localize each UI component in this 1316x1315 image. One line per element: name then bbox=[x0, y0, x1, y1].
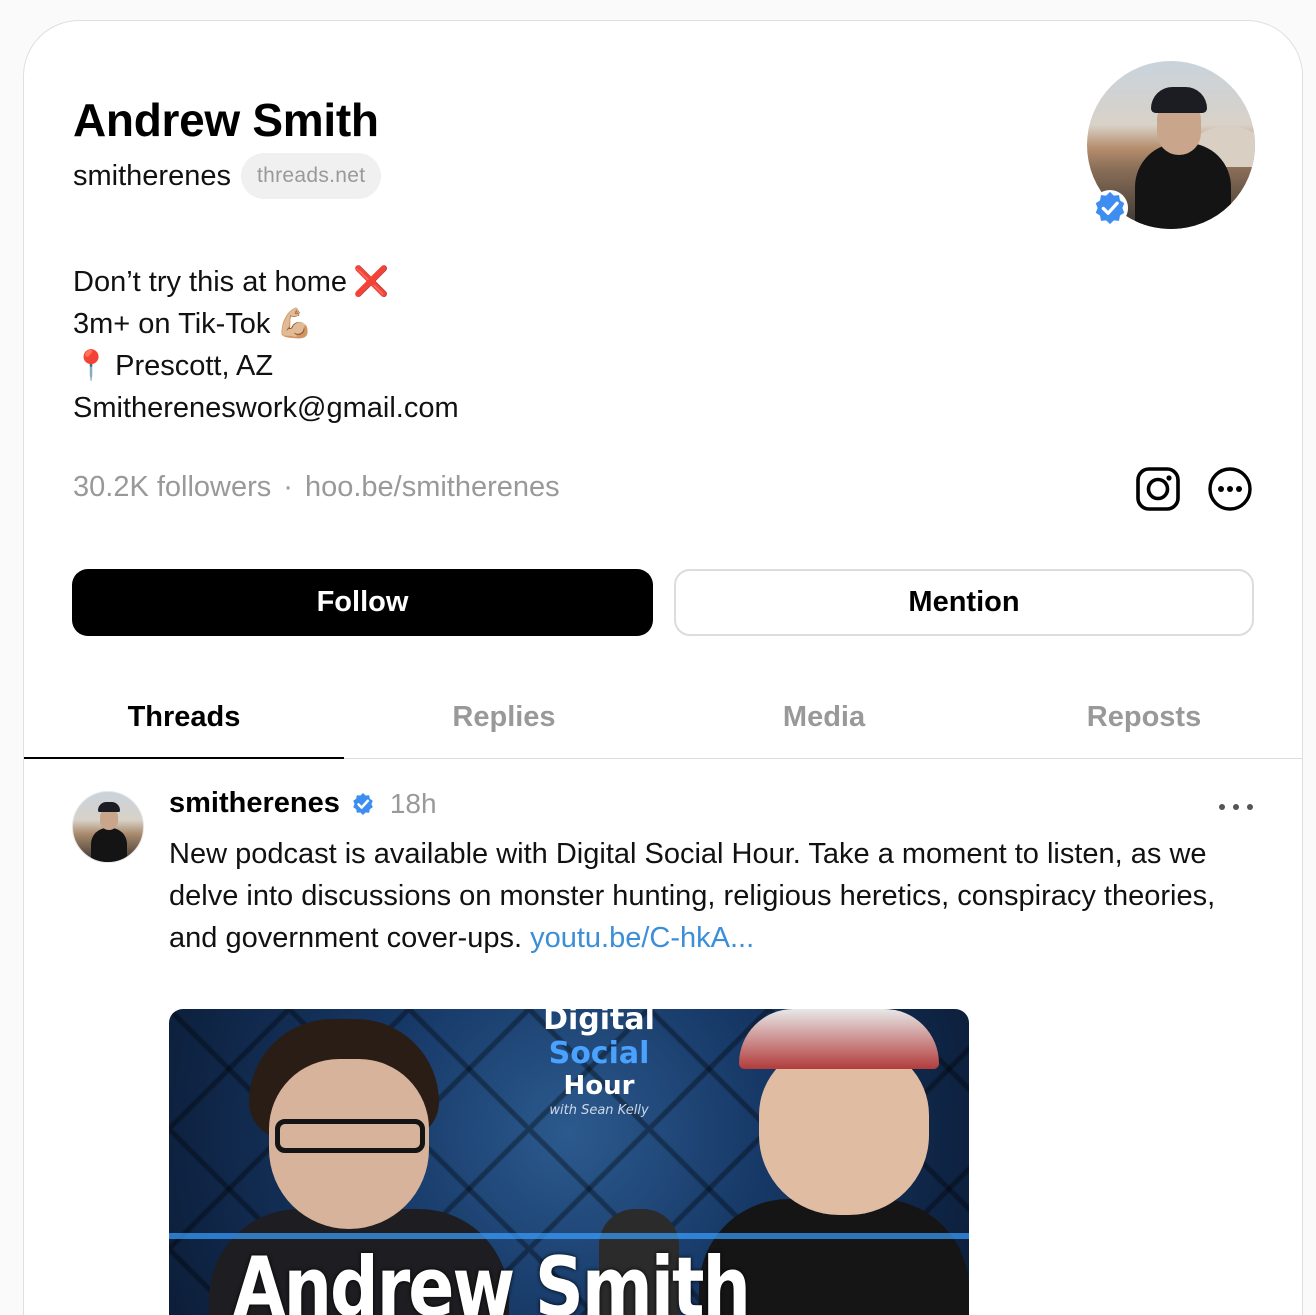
bio-email: Smithereneswork@gmail.com bbox=[73, 392, 459, 424]
tab-media[interactable]: Media bbox=[664, 677, 984, 758]
bio-line: 3m+ on Tik-Tok 💪🏼 bbox=[73, 303, 459, 345]
tab-reposts[interactable]: Reposts bbox=[984, 677, 1302, 758]
post-avatar[interactable] bbox=[72, 791, 144, 863]
post-more-icon[interactable] bbox=[1214, 795, 1258, 819]
media-brand-logo: Digital Social Hour with Sean Kelly bbox=[543, 1009, 655, 1118]
profile-meta: 30.2K followers · hoo.be/smitherenes bbox=[73, 471, 560, 504]
profile-handle: smitherenes bbox=[73, 159, 231, 192]
handle-row: smitherenes threads.net bbox=[73, 153, 382, 199]
pin-icon: 📍 bbox=[73, 350, 110, 382]
post-username[interactable]: smitherenes bbox=[169, 787, 340, 820]
cross-mark-icon: ❌ bbox=[353, 266, 390, 298]
more-options-icon bbox=[1208, 467, 1252, 511]
post-body: New podcast is available with Digital So… bbox=[169, 833, 1239, 959]
instagram-button[interactable] bbox=[1134, 465, 1182, 513]
followers-count[interactable]: 30.2K followers bbox=[73, 471, 271, 504]
domain-badge[interactable]: threads.net bbox=[240, 153, 382, 199]
verified-badge-icon bbox=[1091, 189, 1129, 227]
post-timestamp[interactable]: 18h bbox=[390, 788, 437, 820]
post-header: smitherenes 18h bbox=[169, 787, 437, 820]
meta-separator: · bbox=[283, 471, 293, 503]
profile-bio: Don’t try this at home ❌ 3m+ on Tik-Tok … bbox=[73, 261, 459, 429]
profile-card: Andrew Smith smitherenes threads.net Don… bbox=[23, 20, 1303, 1315]
bio-line: Smithereneswork@gmail.com bbox=[73, 387, 459, 429]
tab-threads[interactable]: Threads bbox=[24, 677, 344, 759]
follow-button[interactable]: Follow bbox=[72, 569, 653, 636]
flexed-biceps-icon: 💪🏼 bbox=[276, 308, 313, 340]
mention-button[interactable]: Mention bbox=[674, 569, 1254, 636]
bio-line: 📍 Prescott, AZ bbox=[73, 345, 459, 387]
post-media-thumbnail[interactable]: Digital Social Hour with Sean Kelly Andr… bbox=[169, 1009, 969, 1315]
post-link[interactable]: youtu.be/C-hkA... bbox=[530, 922, 754, 954]
profile-link[interactable]: hoo.be/smitherenes bbox=[305, 471, 560, 504]
thread-post: smitherenes 18h New podcast is available… bbox=[24, 759, 1302, 1315]
tab-replies[interactable]: Replies bbox=[344, 677, 664, 758]
bio-line: Don’t try this at home ❌ bbox=[73, 261, 459, 303]
more-options-button[interactable] bbox=[1206, 465, 1254, 513]
media-caption: Andrew Smith bbox=[233, 1241, 751, 1315]
profile-name: Andrew Smith bbox=[73, 94, 379, 146]
instagram-icon bbox=[1136, 467, 1180, 511]
profile-tabs: Threads Replies Media Reposts bbox=[24, 677, 1302, 759]
verified-badge-icon bbox=[353, 792, 373, 815]
